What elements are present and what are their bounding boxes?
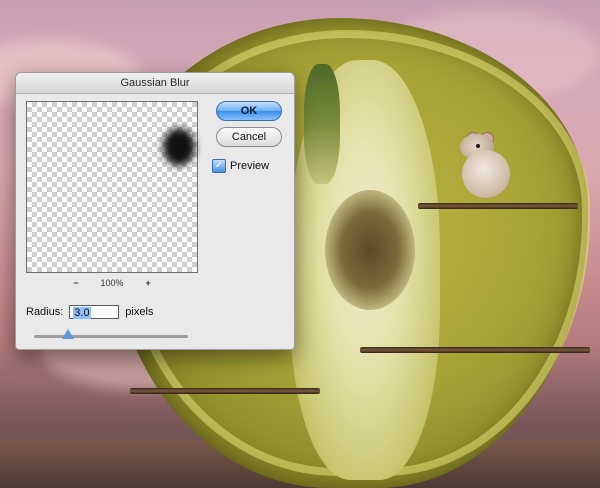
- ok-button-label: OK: [240, 105, 258, 117]
- zoom-level: 100%: [100, 278, 124, 288]
- preview-checkbox[interactable]: ✓ Preview: [212, 159, 269, 173]
- zoom-in-button[interactable]: +: [146, 278, 151, 288]
- dialog-title: Gaussian Blur: [120, 77, 190, 89]
- radius-row: Radius: 3.0 pixels: [26, 305, 153, 319]
- preview-blur-spot: [163, 128, 195, 166]
- shelf: [360, 347, 590, 353]
- radius-slider-track[interactable]: [34, 335, 188, 338]
- shelf: [130, 388, 320, 394]
- zoom-controls: − 100% +: [26, 275, 198, 291]
- seed-cavity: [325, 190, 415, 310]
- preview-label: Preview: [230, 160, 270, 172]
- apple-stem: [304, 64, 340, 184]
- zoom-out-button[interactable]: −: [73, 278, 78, 288]
- mouse-figure: [452, 132, 514, 202]
- gaussian-blur-dialog: Gaussian Blur − 100% + OK Cancel ✓ Previ…: [15, 72, 295, 350]
- check-icon[interactable]: ✓: [212, 159, 226, 173]
- radius-input[interactable]: 3.0: [69, 305, 120, 319]
- mouse-eye: [476, 144, 480, 148]
- shelf: [418, 203, 578, 209]
- radius-unit: pixels: [125, 306, 154, 318]
- radius-value: 3.0: [73, 307, 91, 319]
- mouse-body: [462, 150, 510, 198]
- ok-button[interactable]: OK: [216, 101, 282, 121]
- cancel-button-label: Cancel: [231, 131, 267, 143]
- cancel-button[interactable]: Cancel: [216, 127, 282, 147]
- radius-slider-thumb[interactable]: [61, 329, 74, 339]
- blur-preview-pane[interactable]: [26, 101, 198, 273]
- radius-label: Radius:: [26, 306, 64, 318]
- dialog-titlebar[interactable]: Gaussian Blur: [16, 73, 294, 94]
